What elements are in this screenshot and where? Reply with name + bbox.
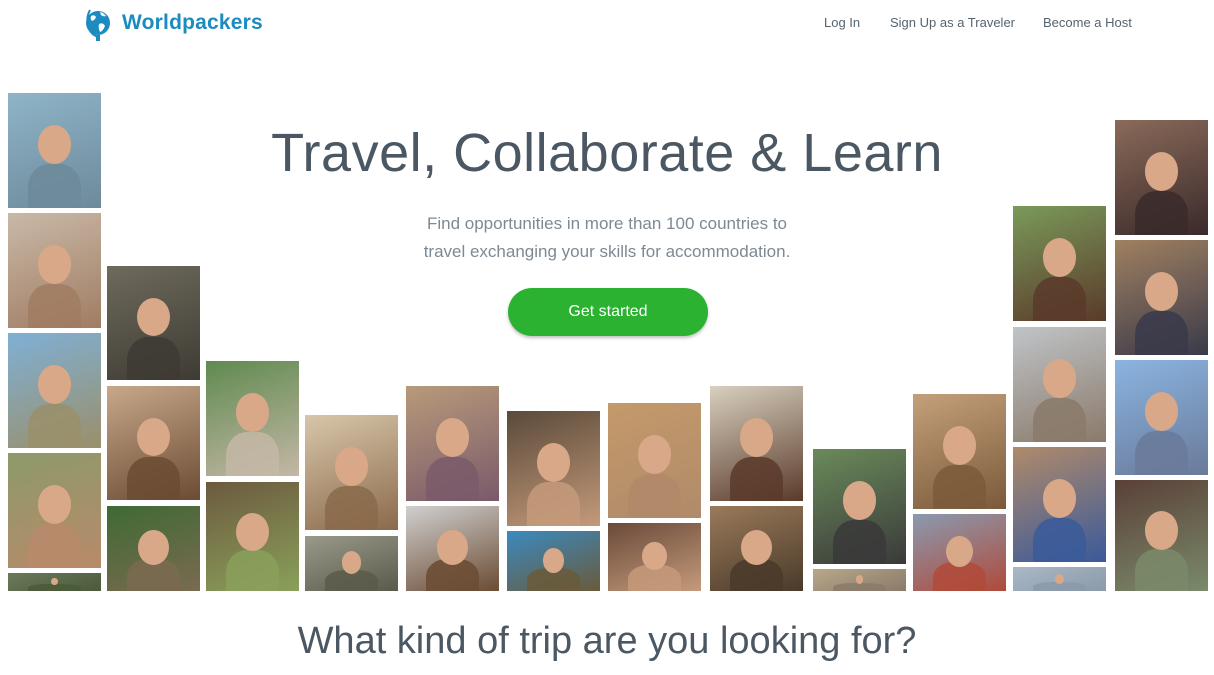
collage-photo-28 <box>1013 567 1106 591</box>
collage-photo-12 <box>305 536 398 591</box>
collage-photo-22 <box>813 569 906 591</box>
person-body <box>730 457 783 501</box>
hero-subtitle: Find opportunities in more than 100 coun… <box>357 210 857 266</box>
person-head <box>235 393 270 432</box>
collage-photo-19 <box>710 386 803 501</box>
person-head <box>642 542 667 571</box>
person-head <box>334 447 369 486</box>
trip-section-title: What kind of trip are you looking for? <box>297 620 917 662</box>
person-head <box>1144 511 1179 550</box>
person-body <box>28 584 81 591</box>
collage-photo-16 <box>507 531 600 591</box>
person-head <box>37 485 72 524</box>
person-body <box>28 404 81 448</box>
person-head <box>739 418 774 457</box>
person-body <box>1033 518 1086 562</box>
collage-photo-21 <box>813 449 906 564</box>
person-body <box>1135 431 1188 475</box>
person-body <box>127 456 180 500</box>
collage-photo-6 <box>107 266 200 380</box>
person-body <box>28 524 81 568</box>
person-head <box>1042 359 1077 398</box>
collage-photo-15 <box>507 411 600 526</box>
person-body <box>527 482 580 526</box>
person-head <box>1042 479 1077 518</box>
person-head <box>1144 272 1179 311</box>
person-body <box>426 457 479 501</box>
hero-subtitle-line-2: travel exchanging your skills for accomm… <box>423 242 791 261</box>
collage-photo-18 <box>608 523 701 591</box>
person-body <box>127 336 180 380</box>
person-head <box>1042 238 1077 277</box>
person-body <box>1135 548 1188 591</box>
person-head <box>136 417 171 457</box>
person-head <box>536 443 571 482</box>
person-body <box>1033 277 1086 321</box>
get-started-button[interactable]: Get started <box>508 288 708 336</box>
person-head <box>542 547 565 573</box>
person-head <box>437 529 468 565</box>
collage-photo-4 <box>8 453 101 568</box>
collage-photo-5 <box>8 573 101 591</box>
login-link[interactable]: Log In <box>824 15 860 30</box>
person-head <box>1144 392 1179 431</box>
person-body <box>1135 311 1188 355</box>
person-head <box>136 297 171 337</box>
person-body <box>628 474 681 518</box>
collage-photo-7 <box>107 386 200 500</box>
person-body <box>1033 398 1086 442</box>
hero-subtitle-line-1: Find opportunities in more than 100 coun… <box>426 214 788 233</box>
top-header: Worldpackers Log In Sign Up as a Travele… <box>0 0 1214 48</box>
hero-title: Travel, Collaborate & Learn <box>271 123 943 183</box>
collage-photo-20 <box>710 506 803 591</box>
person-head <box>435 418 470 457</box>
collage-photo-8 <box>107 506 200 591</box>
collage-photo-9 <box>206 361 299 476</box>
person-head <box>138 529 169 565</box>
person-body <box>933 465 986 509</box>
collage-photo-31 <box>1115 360 1208 475</box>
person-head <box>37 365 72 404</box>
collage-photo-2 <box>8 213 101 328</box>
person-body <box>226 549 279 591</box>
person-head <box>741 529 772 565</box>
collage-photo-3 <box>8 333 101 448</box>
person-head <box>942 426 977 465</box>
collage-photo-32 <box>1115 480 1208 591</box>
collage-photo-23 <box>913 394 1006 509</box>
person-body <box>1135 191 1188 235</box>
collage-photo-30 <box>1115 240 1208 355</box>
collage-photo-26 <box>1013 327 1106 442</box>
top-nav: Log In Sign Up as a Traveler Become a Ho… <box>0 15 1214 35</box>
collage-photo-27 <box>1013 447 1106 562</box>
collage-photo-11 <box>305 415 398 530</box>
collage-photo-24 <box>913 514 1006 591</box>
collage-photo-13 <box>406 386 499 501</box>
person-body <box>226 432 279 476</box>
person-head <box>842 481 877 520</box>
person-head <box>235 512 270 552</box>
collage-photo-10 <box>206 482 299 591</box>
signup-traveler-link[interactable]: Sign Up as a Traveler <box>890 15 1015 30</box>
collage-photo-25 <box>1013 206 1106 321</box>
person-body <box>28 284 81 328</box>
person-head <box>637 435 672 474</box>
collage-photo-17 <box>608 403 701 518</box>
person-head <box>1055 573 1064 584</box>
person-body <box>325 486 378 530</box>
person-head <box>37 245 72 284</box>
become-host-link[interactable]: Become a Host <box>1043 15 1132 30</box>
collage-photo-14 <box>406 506 499 591</box>
person-body <box>833 520 886 564</box>
